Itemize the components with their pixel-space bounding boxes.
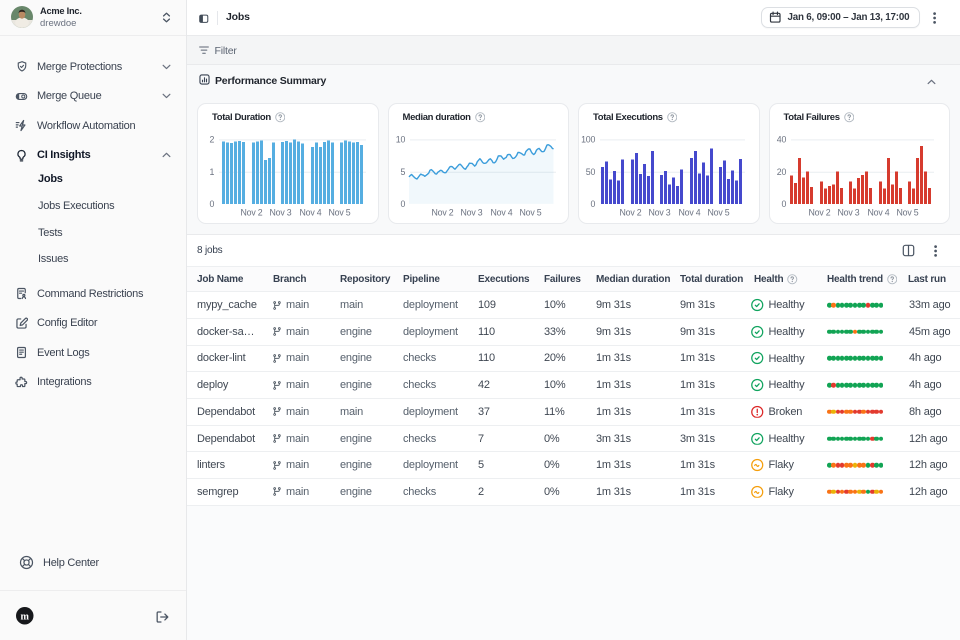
- svg-text:Nov 5: Nov 5: [329, 207, 351, 217]
- svg-text:Nov 2: Nov 2: [241, 207, 263, 217]
- svg-text:Nov 5: Nov 5: [896, 207, 918, 217]
- svg-text:50: 50: [586, 166, 596, 176]
- svg-text:0: 0: [781, 199, 786, 209]
- svg-text:Nov 4: Nov 4: [867, 207, 889, 217]
- svg-text:0: 0: [209, 199, 214, 209]
- svg-text:Nov 3: Nov 3: [460, 207, 482, 217]
- svg-text:0: 0: [590, 199, 595, 209]
- svg-text:2: 2: [209, 134, 214, 144]
- svg-text:5: 5: [400, 166, 405, 176]
- svg-text:Nov 4: Nov 4: [679, 207, 701, 217]
- svg-text:Nov 2: Nov 2: [808, 207, 830, 217]
- svg-text:m: m: [21, 611, 30, 622]
- svg-text:1: 1: [209, 166, 214, 176]
- svg-text:Nov 3: Nov 3: [649, 207, 671, 217]
- svg-text:Nov 2: Nov 2: [431, 207, 453, 217]
- svg-text:Nov 5: Nov 5: [708, 207, 730, 217]
- svg-text:Nov 3: Nov 3: [270, 207, 292, 217]
- svg-text:100: 100: [581, 134, 595, 144]
- svg-text:Nov 4: Nov 4: [490, 207, 512, 217]
- svg-text:Nov 4: Nov 4: [300, 207, 322, 217]
- svg-text:Nov 5: Nov 5: [519, 207, 541, 217]
- svg-text:Nov 2: Nov 2: [620, 207, 642, 217]
- svg-text:20: 20: [776, 166, 786, 176]
- svg-text:0: 0: [400, 199, 405, 209]
- svg-text:10: 10: [395, 134, 405, 144]
- svg-text:Nov 3: Nov 3: [837, 207, 859, 217]
- svg-text:40: 40: [776, 134, 786, 144]
